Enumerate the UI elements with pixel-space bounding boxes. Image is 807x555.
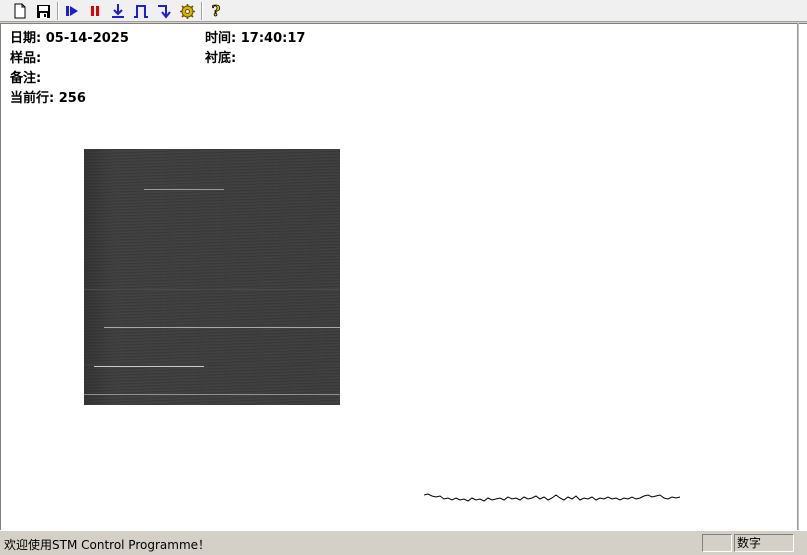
line-profile-trace — [424, 493, 681, 502]
new-document-icon[interactable] — [10, 1, 30, 21]
substrate-label: 衬底: — [205, 51, 237, 66]
svg-text:?: ? — [212, 3, 221, 19]
status-message: 欢迎使用STM Control Programme！ — [4, 538, 211, 552]
sample-label: 样品: — [10, 51, 42, 66]
date-row: 日期: 05-14-2025 — [10, 31, 129, 46]
current-row-value: 256 — [58, 91, 86, 106]
time-label: 时间: — [205, 31, 237, 46]
status-pane-numlock: 数字 — [734, 534, 794, 552]
retract-icon[interactable] — [154, 1, 174, 21]
start-scan-icon[interactable] — [62, 1, 82, 21]
status-bar: 欢迎使用STM Control Programme！ 数字 — [0, 530, 807, 555]
help-icon[interactable]: ? — [206, 1, 226, 21]
sample-row: 样品: — [10, 51, 41, 66]
current-row-row: 当前行: 256 — [10, 91, 86, 106]
pulse-icon[interactable] — [131, 1, 151, 21]
date-value: 05-14-2025 — [45, 31, 129, 46]
save-icon[interactable] — [33, 1, 53, 21]
time-row: 时间: 17:40:17 — [205, 31, 305, 46]
scan-streak — [144, 189, 224, 190]
date-label: 日期: — [10, 31, 42, 46]
status-pane-empty — [702, 534, 732, 552]
divider-line — [797, 23, 799, 530]
settings-icon[interactable] — [177, 1, 197, 21]
toolbar: ? — [0, 0, 807, 22]
toolbar-separator — [57, 2, 59, 20]
pause-icon[interactable] — [85, 1, 105, 21]
scan-streak — [84, 364, 340, 365]
time-value: 17:40:17 — [240, 31, 306, 46]
scan-streak — [84, 289, 340, 290]
notes-label: 备注: — [10, 71, 42, 86]
scan-streak — [84, 394, 340, 395]
substrate-row: 衬底: — [205, 51, 236, 66]
toolbar-separator — [201, 2, 203, 20]
stm-scan-image — [84, 149, 340, 405]
current-row-label: 当前行: — [10, 91, 55, 106]
approach-down-icon[interactable] — [108, 1, 128, 21]
scan-streak — [104, 327, 340, 328]
scan-streak — [94, 366, 204, 367]
notes-row: 备注: — [10, 71, 41, 86]
